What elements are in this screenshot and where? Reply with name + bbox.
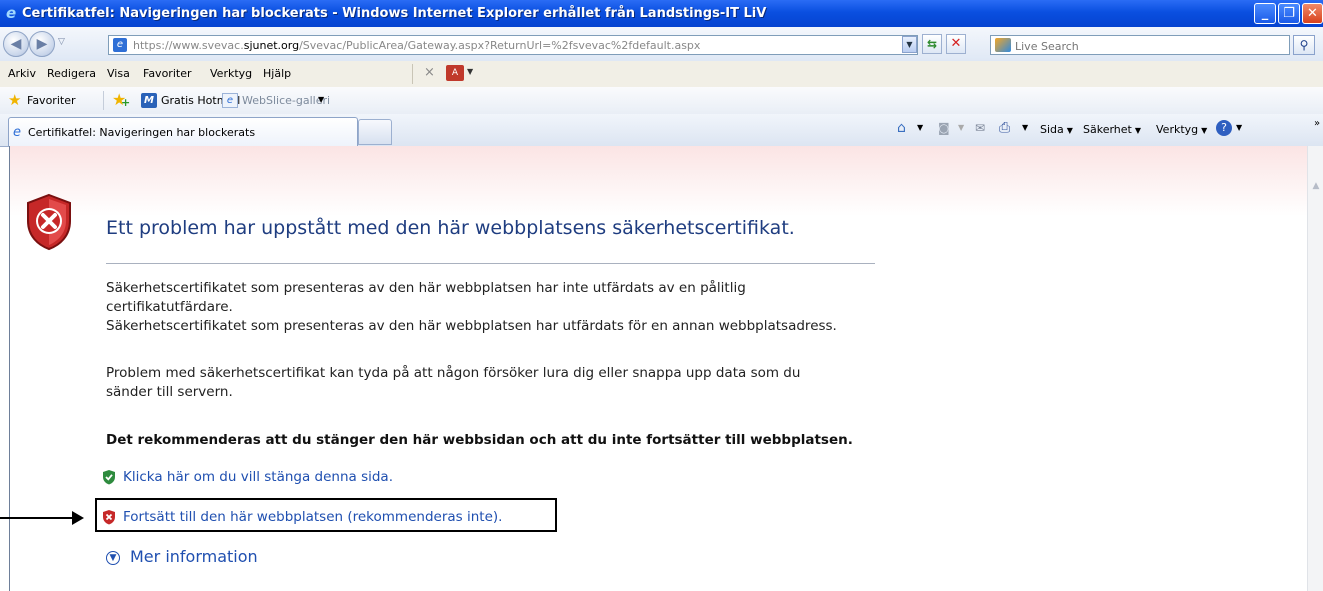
url-suffix: /Svevac/PublicArea/Gateway.aspx?ReturnUr… [299,39,701,52]
annotation-arrow-icon [72,511,84,525]
divider [106,263,875,264]
close-page-link-label[interactable]: Klicka här om du vill stänga denna sida. [123,469,393,485]
recent-pages-dropdown-icon[interactable]: ▽ [58,37,65,47]
webslice-dropdown-icon[interactable]: ▼ [318,95,324,104]
live-search-logo-icon [995,38,1011,52]
window-title: Certifikatfel: Navigeringen har blockera… [22,6,767,21]
cert-mismatch-text: Säkerhetscertifikatet som presenteras av… [106,318,837,334]
window-title-bar[interactable]: e Certifikatfel: Navigeringen har blocke… [0,0,1323,27]
page-menu[interactable]: Sida ▼ [1040,123,1073,136]
continue-to-site-link-label[interactable]: Fortsätt till den här webbplatsen (rekom… [123,509,502,525]
more-information-label: Mer information [130,547,258,566]
red-shield-icon [103,510,115,525]
cert-untrusted-line-2: certifikatutfärdare. [106,299,233,315]
menu-redigera[interactable]: Redigera [47,67,96,80]
cert-untrusted-text: Säkerhetscertifikatet som presenteras av… [106,279,746,317]
menu-arkiv[interactable]: Arkiv [8,67,36,80]
tools-menu[interactable]: Verktyg ▼ [1156,123,1207,136]
rss-dropdown-icon[interactable]: ▼ [958,123,964,132]
search-button[interactable]: ⚲ [1293,35,1315,55]
pdf-icon[interactable]: A [446,65,464,81]
hotmail-icon[interactable]: M [141,93,157,108]
tab-certificate-error[interactable]: e Certifikatfel: Navigeringen har blocke… [8,117,358,146]
menu-favoriter[interactable]: Favoriter [143,67,191,80]
expand-chevron-icon: ▼ [106,550,120,565]
refresh-button[interactable]: ⇆ [922,34,942,54]
tools-menu-label: Verktyg [1156,123,1199,136]
more-information-toggle[interactable]: ▼ Mer information [106,547,258,566]
minimize-button[interactable]: _ [1254,3,1276,24]
favorites-star-icon[interactable]: ★ [8,91,21,109]
page-menu-label: Sida [1040,123,1064,136]
maximize-button[interactable]: ❐ [1278,3,1300,24]
address-field[interactable]: e https://www.svevac.sjunet.org/Svevac/P… [108,35,918,55]
cert-warning-line-1: Problem med säkerhetscertifikat kan tyda… [106,365,801,381]
recommendation-text: Det rekommenderas att du stänger den här… [106,432,853,448]
url-prefix: https://www.svevac. [133,39,244,52]
menu-hjalp[interactable]: Hjälp [263,67,291,80]
security-menu-label: Säkerhet [1083,123,1132,136]
annotation-arrow-line [0,517,74,519]
new-tab-button[interactable] [358,119,392,145]
menu-separator [412,64,413,84]
address-dropdown-button[interactable]: ▼ [902,36,917,53]
tab-ie-icon: e [13,125,21,140]
help-icon[interactable]: ? [1216,120,1232,136]
favorites-separator [103,91,104,110]
forward-button[interactable]: ▶ [29,31,55,57]
mail-icon[interactable]: ✉ [975,121,985,135]
page-icon: e [113,38,127,52]
webslice-gallery-link[interactable]: WebSlice-galleri [242,94,330,107]
webslice-icon[interactable]: e [222,93,238,108]
back-button[interactable]: ◀ [3,31,29,57]
rss-feed-icon[interactable]: ◙ [938,121,950,135]
tab-label: Certifikatfel: Navigeringen har blockera… [28,126,256,139]
green-shield-icon [103,470,115,485]
help-dropdown-icon[interactable]: ▼ [1236,123,1242,132]
home-dropdown-icon[interactable]: ▼ [917,123,923,132]
cert-warning-line-2: sänder till servern. [106,384,233,400]
add-to-favorites-icon[interactable]: ★ [112,90,131,109]
search-field[interactable] [990,35,1290,55]
tab-row: e Certifikatfel: Navigeringen har blocke… [0,114,1323,147]
error-shield-icon [27,193,71,251]
cert-untrusted-line-1: Säkerhetscertifikatet som presenteras av… [106,280,746,296]
address-toolbar: ◀ ▶ ▽ e https://www.svevac.sjunet.org/Sv… [0,27,1323,62]
print-icon[interactable]: ⎙ [999,120,1010,136]
url-text[interactable]: https://www.svevac.sjunet.org/Svevac/Pub… [133,39,700,52]
security-menu[interactable]: Säkerhet ▼ [1083,123,1141,136]
page-title: Ett problem har uppstått med den här web… [106,217,795,239]
menu-verktyg[interactable]: Verktyg [210,67,252,80]
favorites-bar: ★ Favoriter ★ M Gratis Hotmail e WebSlic… [0,87,1323,115]
home-icon[interactable]: ⌂ [897,120,906,136]
ie-logo-icon: e [6,4,17,22]
close-toolbar-icon[interactable]: × [424,65,435,80]
url-domain: sjunet.org [243,39,300,52]
cert-warning-text: Problem med säkerhetscertifikat kan tyda… [106,364,800,402]
favorites-button[interactable]: Favoriter [27,94,75,107]
close-window-button[interactable]: ✕ [1302,3,1323,24]
vertical-scrollbar[interactable]: ▲ [1307,146,1323,591]
toolbar-overflow-icon[interactable]: » [1314,118,1320,129]
print-dropdown-icon[interactable]: ▼ [1022,123,1028,132]
close-page-link[interactable]: Klicka här om du vill stänga denna sida. [101,469,393,485]
menu-bar: Arkiv Redigera Visa Favoriter Verktyg Hj… [0,61,1323,88]
search-input[interactable] [1013,37,1287,55]
stop-button[interactable]: ✕ [946,34,966,54]
pdf-dropdown-icon[interactable]: ▼ [467,67,473,76]
continue-to-site-link[interactable]: Fortsätt till den här webbplatsen (rekom… [101,509,502,525]
menu-visa[interactable]: Visa [107,67,130,80]
page-content: Ett problem har uppstått med den här web… [9,146,1308,591]
scroll-up-icon[interactable]: ▲ [1309,181,1323,195]
